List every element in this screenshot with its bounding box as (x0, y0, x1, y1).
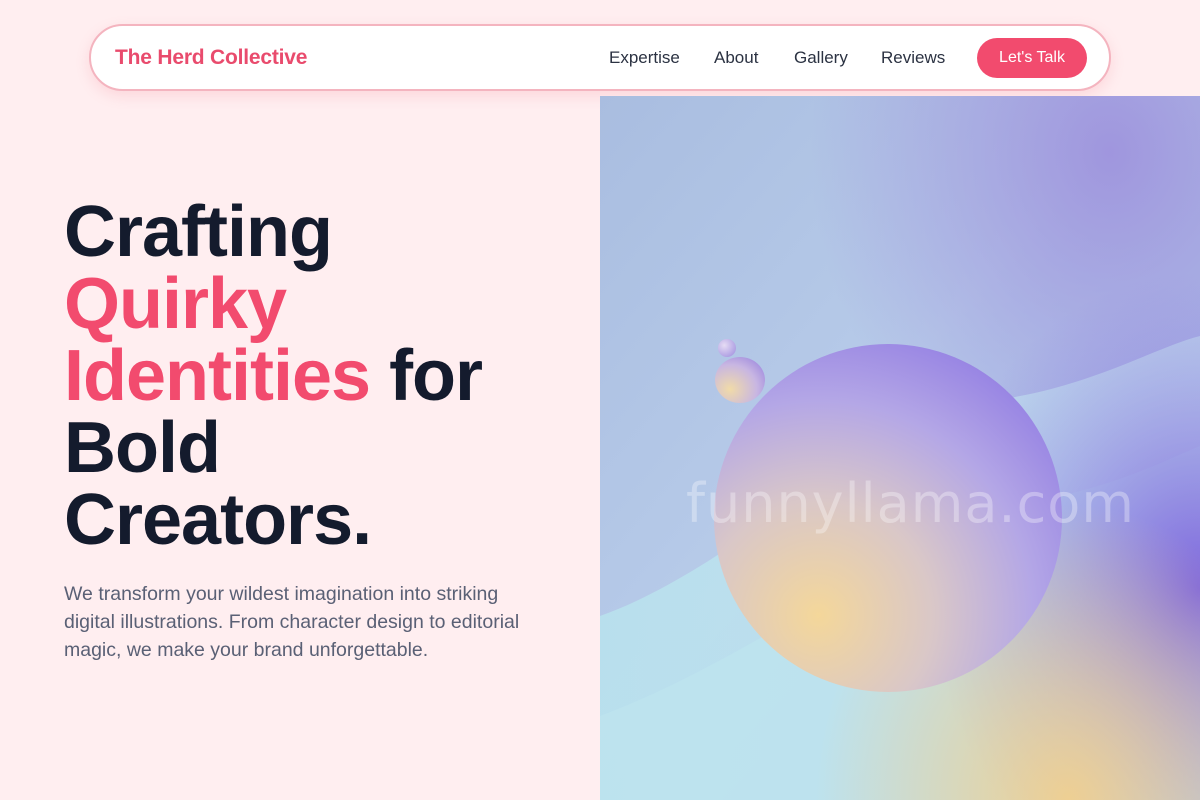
headline-line-5: Creators. (64, 480, 372, 560)
headline-line-3: Identities for (64, 340, 584, 412)
nav-link-about[interactable]: About (714, 48, 758, 68)
brand-logo[interactable]: The Herd Collective (115, 46, 307, 70)
hero-subtext: We transform your wildest imagination in… (64, 583, 520, 661)
nav-link-reviews[interactable]: Reviews (881, 48, 945, 68)
abstract-sphere-illustration (600, 96, 1200, 800)
headline-for: for (370, 336, 483, 416)
headline-accent-identities: Identities (64, 336, 371, 416)
nav-link-gallery[interactable]: Gallery (794, 48, 848, 68)
hero-headline: Crafting Quirky Identities for Bold Crea… (64, 196, 584, 556)
headline-accent-quirky: Quirky (64, 264, 287, 344)
headline-line-1: Crafting (64, 192, 333, 272)
hero-image: funnyllama.com (600, 96, 1200, 800)
image-watermark: funnyllama.com (686, 472, 1135, 535)
navbar: The Herd Collective Expertise About Gall… (89, 24, 1111, 91)
headline-line-4: Bold (64, 408, 221, 488)
lets-talk-button[interactable]: Let's Talk (977, 38, 1087, 78)
nav-link-expertise[interactable]: Expertise (609, 48, 680, 68)
